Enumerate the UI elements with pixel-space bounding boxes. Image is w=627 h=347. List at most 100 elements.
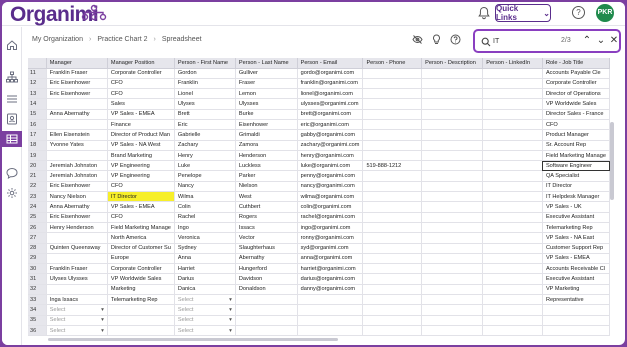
table-cell[interactable]: VP Sales - UK bbox=[542, 201, 610, 213]
select-dropdown[interactable]: Select bbox=[46, 315, 108, 326]
table-cell[interactable] bbox=[235, 304, 298, 316]
table-cell[interactable]: Ulysses bbox=[235, 98, 298, 110]
table-cell[interactable]: Eric Eisenhower bbox=[46, 212, 108, 223]
next-match-button[interactable]: ⌄ bbox=[595, 34, 607, 48]
table-cell[interactable] bbox=[297, 315, 364, 326]
table-cell[interactable]: IT Director bbox=[542, 181, 610, 193]
home-icon[interactable] bbox=[6, 39, 18, 51]
table-cell[interactable]: Anna Abernathy bbox=[46, 201, 108, 213]
table-cell[interactable]: Quinten Queensway bbox=[46, 243, 108, 254]
table-cell[interactable] bbox=[421, 325, 484, 337]
column-header[interactable]: Person - Phone bbox=[362, 58, 423, 69]
select-dropdown[interactable]: Select bbox=[174, 325, 236, 337]
table-cell[interactable] bbox=[421, 78, 484, 90]
table-cell[interactable] bbox=[362, 150, 423, 162]
table-cell[interactable] bbox=[362, 212, 423, 223]
table-cell[interactable]: gordo@organimi.com bbox=[297, 68, 364, 79]
table-cell[interactable]: Sydney bbox=[174, 243, 236, 254]
table-cell[interactable]: Yvonne Yates bbox=[46, 140, 108, 151]
table-cell[interactable] bbox=[482, 304, 543, 316]
table-cell[interactable] bbox=[482, 150, 543, 162]
table-cell[interactable]: Accounts Receivable Cl bbox=[542, 263, 610, 275]
table-cell[interactable] bbox=[362, 294, 423, 306]
table-cell[interactable]: Anna bbox=[174, 253, 236, 265]
table-cell[interactable]: Wilma bbox=[174, 191, 236, 203]
table-cell[interactable]: VP Sales - NA West bbox=[107, 140, 175, 151]
table-cell[interactable] bbox=[421, 109, 484, 120]
table-cell[interactable] bbox=[362, 232, 423, 244]
table-cell[interactable]: Eric bbox=[174, 119, 236, 131]
chat-bubble-icon[interactable] bbox=[6, 167, 18, 179]
table-cell[interactable]: Zachary bbox=[174, 140, 236, 151]
table-cell[interactable] bbox=[107, 325, 175, 337]
table-cell[interactable] bbox=[46, 98, 108, 110]
bell-icon[interactable] bbox=[477, 6, 491, 20]
table-cell[interactable]: Gulliver bbox=[235, 68, 298, 79]
table-cell[interactable]: penny@organimi.com bbox=[297, 170, 364, 182]
table-cell[interactable]: Veronica bbox=[174, 232, 236, 244]
table-cell[interactable] bbox=[482, 243, 543, 254]
table-cell[interactable]: Jeremiah Johnston bbox=[46, 160, 108, 172]
select-dropdown[interactable]: Select bbox=[174, 304, 236, 316]
table-cell[interactable] bbox=[421, 273, 484, 285]
table-cell[interactable] bbox=[362, 140, 423, 151]
eye-off-icon[interactable] bbox=[412, 34, 423, 45]
table-cell[interactable] bbox=[421, 253, 484, 265]
table-cell[interactable]: Parker bbox=[235, 170, 298, 182]
table-cell[interactable]: Nielson bbox=[235, 181, 298, 193]
table-cell[interactable] bbox=[362, 129, 423, 141]
select-dropdown[interactable]: Select bbox=[46, 304, 108, 316]
table-cell[interactable]: Director of Product Man bbox=[107, 129, 175, 141]
table-cell[interactable]: Executive Assistant bbox=[542, 212, 610, 223]
table-cell[interactable]: Lemon bbox=[235, 88, 298, 100]
table-cell[interactable] bbox=[421, 243, 484, 254]
table-cell[interactable]: VP Engineering bbox=[107, 160, 175, 172]
table-cell[interactable]: Ellen Eisenstein bbox=[46, 129, 108, 141]
table-cell[interactable]: VP Sales - EMEA bbox=[107, 109, 175, 120]
table-cell[interactable]: Nancy Nielson bbox=[46, 191, 108, 203]
table-cell[interactable] bbox=[482, 315, 543, 326]
table-cell[interactable]: Inga Issacs bbox=[46, 294, 108, 306]
table-cell[interactable]: Marketing bbox=[107, 284, 175, 296]
table-cell[interactable] bbox=[421, 284, 484, 296]
table-cell[interactable]: Sales bbox=[107, 98, 175, 110]
table-cell[interactable]: Product Manager bbox=[542, 129, 610, 141]
table-cell[interactable] bbox=[362, 88, 423, 100]
table-cell[interactable]: Eric Eisenhower bbox=[46, 78, 108, 90]
table-cell[interactable]: Telemarketing Rep bbox=[107, 294, 175, 306]
table-cell[interactable]: Harriet bbox=[174, 263, 236, 275]
table-cell[interactable] bbox=[482, 129, 543, 141]
column-header[interactable]: Role - Job Title bbox=[542, 58, 610, 69]
table-cell[interactable]: North America bbox=[107, 232, 175, 244]
table-cell[interactable]: Henry Henderson bbox=[46, 222, 108, 234]
column-header[interactable]: Person - Email bbox=[297, 58, 364, 69]
select-dropdown[interactable]: Select bbox=[174, 315, 236, 326]
table-cell[interactable] bbox=[482, 201, 543, 213]
table-cell[interactable] bbox=[362, 315, 423, 326]
table-cell[interactable]: Field Marketing Manage bbox=[542, 150, 610, 162]
previous-match-button[interactable]: ⌃ bbox=[581, 34, 593, 48]
table-cell[interactable]: Danica bbox=[174, 284, 236, 296]
table-cell[interactable]: Franklin bbox=[174, 78, 236, 90]
table-cell[interactable]: Finance bbox=[107, 119, 175, 131]
table-cell[interactable] bbox=[362, 273, 423, 285]
table-cell[interactable] bbox=[362, 68, 423, 79]
table-cell[interactable]: Slaughterhaus bbox=[235, 243, 298, 254]
list-icon[interactable] bbox=[6, 93, 18, 105]
table-cell[interactable]: CFO bbox=[107, 212, 175, 223]
table-cell[interactable]: QA Specialist bbox=[542, 170, 610, 182]
table-cell[interactable]: lionel@organimi.com bbox=[297, 88, 364, 100]
table-cell[interactable] bbox=[482, 98, 543, 110]
table-cell[interactable]: Issacs bbox=[235, 222, 298, 234]
select-dropdown[interactable]: Select bbox=[174, 294, 236, 306]
table-cell[interactable] bbox=[421, 294, 484, 306]
table-cell[interactable]: Fraser bbox=[235, 78, 298, 90]
table-cell[interactable] bbox=[421, 181, 484, 193]
table-cell[interactable]: Vector bbox=[235, 232, 298, 244]
table-cell[interactable] bbox=[46, 150, 108, 162]
table-cell[interactable]: Franklin Fraser bbox=[46, 263, 108, 275]
table-cell[interactable] bbox=[482, 294, 543, 306]
table-cell[interactable]: ronny@organimi.com bbox=[297, 232, 364, 244]
table-cell[interactable] bbox=[362, 304, 423, 316]
table-cell[interactable] bbox=[421, 98, 484, 110]
